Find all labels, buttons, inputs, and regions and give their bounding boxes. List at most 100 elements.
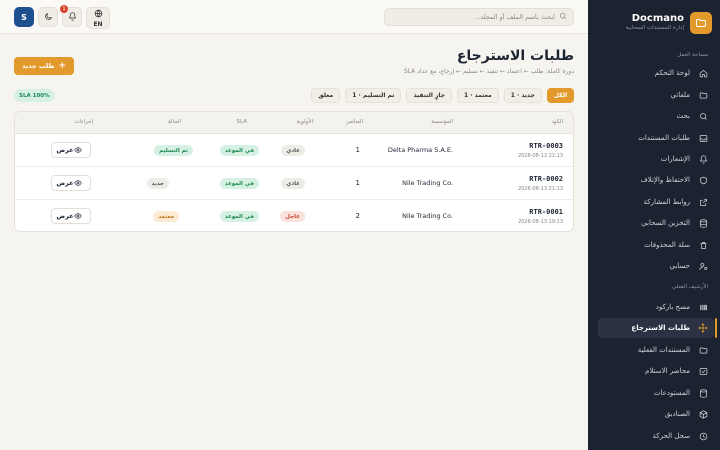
eye-icon (73, 180, 82, 186)
view-button[interactable]: عرض (51, 208, 91, 224)
globe-icon (94, 9, 103, 20)
brand[interactable]: Docmano إدارة المستندات السحابية (596, 12, 712, 38)
sidebar-item-receipt-records[interactable]: محاضر الاستلام (598, 361, 714, 381)
warehouse-icon (698, 388, 708, 398)
avatar[interactable]: S (14, 7, 34, 27)
search-icon (698, 111, 708, 121)
sidebar-item-physical-documents[interactable]: المستندات الفعلية (598, 340, 714, 360)
priority-badge: عاجل (280, 211, 305, 222)
sidebar-item-movement-log[interactable]: سجل الحركة (598, 426, 714, 446)
brand-subtitle: إدارة المستندات السحابية (625, 25, 684, 31)
sidebar-item-warehouses[interactable]: المستودعات (598, 383, 714, 403)
sidebar-item-label: سلة المحذوفات (644, 241, 690, 249)
notification-count-badge: 1 (60, 5, 68, 13)
table-row[interactable]: RTR-0003 2026-08-13 22:13 Delta Pharma S… (15, 134, 573, 167)
sidebar-item-my-account[interactable]: حسابي (598, 256, 714, 276)
request-date: 2026-08-13 19:13 (517, 219, 563, 225)
filter-approved[interactable]: معتمد · 1 (457, 88, 499, 103)
search-input[interactable] (395, 13, 555, 21)
sidebar-item-search[interactable]: بحث (598, 106, 714, 126)
sidebar-item-my-files[interactable]: ملفاتي (598, 85, 714, 105)
box-icon (698, 409, 708, 419)
sla-badge: SLA 100% (14, 89, 55, 102)
sidebar-item-label: طلبات المستندات (638, 134, 690, 142)
view-button[interactable]: عرض (51, 175, 91, 191)
sidebar-item-label: المستندات الفعلية (637, 346, 690, 354)
sidebar-item-boxes[interactable]: الصناديق (598, 404, 714, 424)
header-items: العناصر (346, 119, 363, 125)
status-badge: تم التسليم (154, 145, 193, 156)
items-count: 2 (355, 212, 360, 220)
sidebar-item-label: لوحة التحكم (654, 69, 690, 77)
filter-closed[interactable]: مغلق (311, 88, 341, 103)
sidebar-item-label: محاضر الاستلام (645, 367, 690, 375)
sidebar-item-retrieval-requests[interactable]: طلبات الاسترجاع (598, 318, 717, 338)
page-title: طلبات الاسترجاع (456, 48, 574, 64)
sidebar-item-label: حسابي (669, 262, 691, 270)
theme-toggle-button[interactable] (38, 7, 58, 27)
filter-in-progress[interactable]: جارٍ التنفيذ (406, 88, 452, 103)
filter-delivered[interactable]: تم التسليم · 1 (345, 88, 402, 103)
header-sla: SLA (236, 119, 247, 125)
items-count: 1 (355, 179, 360, 187)
bell-icon (68, 11, 77, 23)
sidebar-item-label: طلبات الاسترجاع (631, 324, 690, 332)
request-code: RTR-0003 (529, 142, 563, 150)
home-icon (698, 68, 708, 78)
folder-icon (698, 90, 708, 100)
barcode-icon (698, 302, 708, 312)
checklist-icon (698, 366, 708, 376)
view-label: عرض (56, 212, 74, 220)
clock-icon (698, 431, 708, 441)
view-button[interactable]: عرض (51, 142, 91, 158)
sla-status-badge: في الموعد (219, 145, 259, 156)
filter-new[interactable]: جديد · 1 (503, 88, 542, 103)
header-org: المؤسسة (431, 119, 453, 125)
eye-icon (73, 213, 82, 219)
shield-icon (698, 175, 708, 185)
view-label: عرض (56, 179, 74, 187)
filter-all[interactable]: الكل (546, 88, 574, 103)
status-filters: الكل جديد · 1 معتمد · 1 جارٍ التنفيذ تم … (311, 88, 574, 103)
sidebar-item-label: الاحتفاظ والإتلاف (640, 176, 690, 184)
header-priority: الأولوية (296, 119, 313, 125)
status-badge: جديد (146, 178, 169, 189)
topbar: EN 1 S (0, 0, 588, 34)
sidebar-item-label: التخزين السحابي (641, 219, 690, 227)
database-icon (698, 218, 708, 228)
sidebar-item-cloud-storage[interactable]: التخزين السحابي (598, 213, 714, 233)
sidebar-item-label: مسح باركود (655, 303, 690, 311)
page-subtitle: دورة كاملة: طلب ← اعتماد ← تنفيذ ← تسليم… (403, 68, 574, 75)
language-toggle-button[interactable]: EN (86, 7, 110, 29)
new-request-label: طلب جديد (21, 62, 55, 70)
archive-section-label: الأرشيف الفعلي (671, 284, 708, 290)
sidebar-item-retention[interactable]: الاحتفاظ والإتلاف (598, 170, 714, 190)
sidebar-item-label: بحث (676, 112, 690, 120)
plus-icon: + (58, 61, 67, 71)
sidebar: Docmano إدارة المستندات السحابية مساحة ا… (588, 0, 720, 450)
external-link-icon (698, 197, 708, 207)
sidebar-item-trash[interactable]: سلة المحذوفات (598, 235, 714, 255)
sidebar-item-notifications[interactable]: الإشعارات (598, 149, 714, 169)
sla-status-badge: في الموعد (219, 178, 259, 189)
sidebar-item-share-links[interactable]: روابط المشاركة (598, 192, 714, 212)
sla-status-badge: في الموعد (219, 211, 259, 222)
request-date: 2026-08-13 22:13 (517, 153, 563, 159)
table-row[interactable]: RTR-0002 2026-08-13 21:13 Nile Trading C… (15, 167, 573, 200)
sidebar-item-dashboard[interactable]: لوحة التحكم (598, 63, 714, 83)
moon-icon (44, 12, 53, 23)
sidebar-item-barcode-scan[interactable]: مسح باركود (598, 297, 714, 317)
sidebar-item-label: الإشعارات (660, 155, 690, 163)
organization-name: Nile Trading Co. (402, 212, 453, 220)
search-box[interactable] (384, 8, 574, 26)
requests-table: الكود المؤسسة العناصر الأولوية SLA الحال… (14, 111, 574, 232)
sidebar-item-document-requests[interactable]: طلبات المستندات (598, 128, 714, 148)
sidebar-item-label: المستودعات (653, 389, 690, 397)
folder-icon (698, 345, 708, 355)
main-content: EN 1 S طلبات الاسترجاع دورة كاملة: طلب ←… (0, 0, 588, 450)
new-request-button[interactable]: + طلب جديد (14, 57, 74, 75)
table-row[interactable]: RTR-0001 2026-08-13 19:13 Nile Trading C… (15, 200, 573, 231)
priority-badge: عادي (281, 145, 305, 156)
notifications-button[interactable]: 1 (60, 5, 82, 27)
status-badge: معتمد (153, 211, 179, 222)
